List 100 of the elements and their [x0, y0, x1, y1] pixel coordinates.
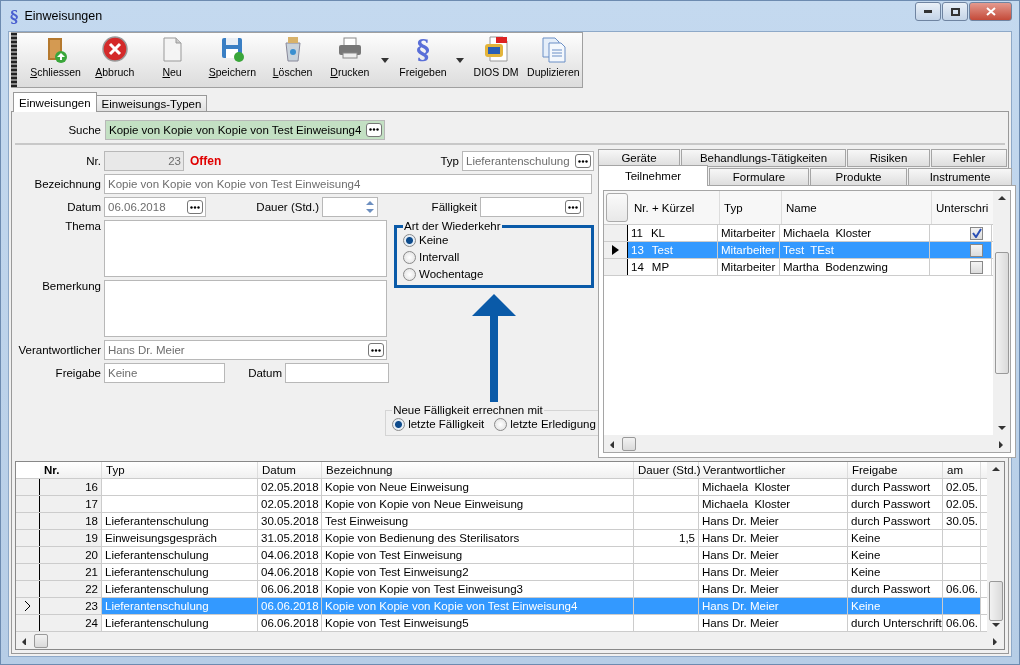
- radio-button[interactable]: letzte Erledigung: [494, 416, 596, 432]
- tab[interactable]: Einweisungen: [13, 92, 97, 112]
- toolbar-button[interactable]: Abbruch: [86, 33, 144, 87]
- field-label: Datum: [66, 201, 101, 213]
- browse-button[interactable]: [187, 200, 203, 214]
- row-header[interactable]: [16, 615, 40, 631]
- responsible-field[interactable]: Hans Dr. Meier: [104, 340, 387, 360]
- tab[interactable]: Teilnehmer: [598, 165, 708, 186]
- name-field[interactable]: Kopie von Kopie von Kopie von Test Einweisung4: [104, 174, 592, 194]
- table-cell: Hans Dr. Meier: [699, 547, 848, 563]
- column-header[interactable]: Bezeichnung: [322, 462, 634, 478]
- table-cell: 14 MP: [628, 259, 718, 275]
- scrollbar-thumb[interactable]: [34, 633, 48, 648]
- toolbar-button[interactable]: Schliessen: [24, 33, 87, 87]
- approval-date-field[interactable]: [285, 363, 389, 383]
- tab[interactable]: Fehler: [931, 149, 1007, 167]
- row-header[interactable]: [16, 581, 40, 597]
- column-header[interactable]: Typ: [102, 462, 258, 478]
- spinner-arrows-icon: [365, 199, 375, 215]
- table-cell: Keine: [848, 547, 943, 563]
- duration-spinner[interactable]: [322, 197, 378, 217]
- row-header[interactable]: [16, 547, 40, 563]
- approval-field[interactable]: Keine: [104, 363, 225, 383]
- due-date-field[interactable]: [480, 197, 584, 217]
- column-header[interactable]: Verantwortlicher: [699, 462, 848, 478]
- scrollbar[interactable]: [16, 632, 1004, 649]
- column-header[interactable]: Typ: [720, 191, 782, 224]
- column-header[interactable]: Name: [782, 191, 932, 224]
- radio-button[interactable]: letzte Fälligkeit: [392, 416, 485, 432]
- tab[interactable]: Produkte: [810, 168, 907, 186]
- cancel-icon: [100, 35, 129, 63]
- row-header[interactable]: [16, 479, 40, 495]
- radio-button[interactable]: Keine: [403, 232, 585, 248]
- table-cell: Kopie von Kopie von Test Einweisung3: [322, 581, 634, 597]
- table-cell: 06.06.2018: [258, 598, 322, 614]
- row-header[interactable]: [16, 513, 40, 529]
- date-field[interactable]: 06.06.2018: [104, 197, 206, 217]
- table-cell: Keine: [848, 530, 943, 546]
- scrollbar-thumb[interactable]: [994, 252, 1009, 374]
- caret-icon: [990, 636, 1000, 645]
- table-cell: 02.05.: [943, 496, 981, 512]
- toolbar-button[interactable]: Drucken: [321, 33, 379, 87]
- row-header[interactable]: [16, 530, 40, 546]
- browse-button[interactable]: [565, 200, 581, 214]
- browse-button[interactable]: [575, 154, 591, 168]
- radio-button[interactable]: Intervall: [403, 249, 585, 265]
- row-header[interactable]: [16, 496, 40, 512]
- maximize-button[interactable]: [942, 2, 968, 21]
- corner-header: [606, 193, 628, 222]
- maximize-icon: [950, 7, 960, 16]
- checkbox[interactable]: [970, 243, 983, 257]
- row-header[interactable]: [16, 564, 40, 580]
- toolbar-button[interactable]: Neu: [143, 33, 201, 87]
- row-header[interactable]: [604, 259, 628, 275]
- column-header[interactable]: Nr. + Kürzel: [630, 191, 720, 224]
- row-header[interactable]: [16, 598, 40, 614]
- column-header[interactable]: Nr.: [40, 462, 102, 478]
- table-cell: 11 KL: [628, 225, 718, 241]
- table-cell: Lieferantenschulung: [102, 615, 258, 631]
- scrollbar[interactable]: [993, 191, 1010, 435]
- caret-icon: [996, 194, 1007, 202]
- group-title: Art der Wiederkehr: [403, 220, 502, 232]
- table-cell: 21: [40, 564, 102, 580]
- browse-button[interactable]: [368, 343, 384, 357]
- tab[interactable]: Behandlungs-Tätigkeiten: [681, 149, 846, 167]
- table-cell: Lieferantenschulung: [102, 598, 258, 614]
- toolbar-button[interactable]: Speichern: [200, 33, 264, 87]
- row-header[interactable]: [604, 242, 628, 258]
- scrollbar[interactable]: [987, 462, 1004, 632]
- browse-button[interactable]: [366, 122, 382, 137]
- scrollbar-thumb[interactable]: [622, 436, 636, 451]
- number-field[interactable]: 23: [104, 151, 184, 171]
- checkbox[interactable]: [970, 226, 983, 240]
- toolbar-button[interactable]: § Freigeben: [392, 33, 454, 87]
- table-cell: durch Passwort: [848, 496, 943, 512]
- search-field[interactable]: Kopie von Kopie von Kopie von Test Einweisung4: [105, 119, 385, 140]
- scrollbar-thumb[interactable]: [988, 581, 1003, 621]
- checkbox[interactable]: [970, 260, 983, 274]
- column-header[interactable]: am: [943, 462, 981, 478]
- minimize-button[interactable]: [915, 2, 941, 21]
- tab[interactable]: Risiken: [847, 149, 930, 167]
- column-header[interactable]: Datum: [258, 462, 322, 478]
- table-cell: 23: [40, 598, 102, 614]
- type-field[interactable]: Lieferantenschulung: [462, 151, 594, 171]
- tab[interactable]: Einweisungs-Typen: [95, 95, 208, 112]
- table-cell: Hans Dr. Meier: [699, 513, 848, 529]
- column-header[interactable]: Freigabe: [848, 462, 943, 478]
- scrollbar[interactable]: [604, 435, 1010, 452]
- toolbar-button[interactable]: Duplizieren: [524, 33, 582, 87]
- tab[interactable]: Instrumente: [908, 168, 1012, 186]
- radio-button[interactable]: Wochentage: [403, 266, 585, 282]
- toolbar-button[interactable]: Löschen: [263, 33, 322, 87]
- tab[interactable]: Formulare: [709, 168, 809, 186]
- row-header[interactable]: [604, 225, 628, 241]
- table-cell: 17: [40, 496, 102, 512]
- group-title: Neue Fälligkeit errechnen mit: [392, 404, 544, 416]
- close-button[interactable]: [969, 2, 1012, 21]
- field-label: Datum: [247, 367, 282, 379]
- column-header[interactable]: Dauer (Std.): [634, 462, 699, 478]
- toolbar-button[interactable]: DIOS DM: [467, 33, 525, 87]
